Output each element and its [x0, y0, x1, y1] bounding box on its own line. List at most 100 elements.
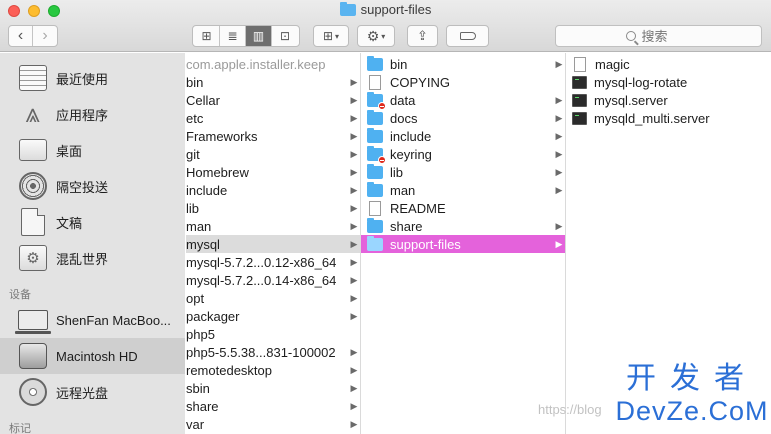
file-row[interactable]: share ▶: [361, 217, 565, 235]
disclosure-arrow-icon: ▶: [350, 148, 358, 159]
watermark-logo-line2: DevZe.CoM: [615, 396, 769, 426]
columns-icon: ▥: [252, 29, 265, 43]
disclosure-arrow-icon: ▶: [350, 130, 358, 141]
file-row[interactable]: include ▶: [361, 127, 565, 145]
file-row[interactable]: com.apple.installer.keep: [186, 55, 360, 73]
file-name: Frameworks: [186, 128, 258, 144]
file-row[interactable]: php5-5.5.38...831-100002 ▶: [186, 343, 360, 361]
forward-button[interactable]: ›: [33, 26, 57, 46]
document-icon: [574, 56, 586, 72]
sidebar-item-applications[interactable]: ⩓ 应用程序: [0, 96, 185, 132]
sidebar-item-documents[interactable]: 文稿: [0, 204, 185, 240]
folder-icon: [367, 181, 383, 197]
sidebar-item-recents[interactable]: 最近使用: [0, 60, 185, 96]
file-row[interactable]: COPYING: [361, 73, 565, 91]
disclosure-arrow-icon: ▶: [555, 148, 563, 159]
folder-icon: [367, 109, 383, 125]
file-row[interactable]: docs ▶: [361, 109, 565, 127]
file-name: include: [390, 128, 432, 144]
file-row[interactable]: share ▶: [186, 397, 360, 415]
sidebar-item-desktop[interactable]: 桌面: [0, 132, 185, 168]
file-row[interactable]: man ▶: [361, 181, 565, 199]
file-name: lib: [186, 200, 200, 216]
browser-column-1[interactable]: com.apple.installer.keep bin ▶ Cellar ▶ etc ▶ F…: [186, 53, 360, 434]
back-button[interactable]: ‹: [9, 26, 33, 46]
browser-column-2[interactable]: bin ▶ COPYING data ▶ docs ▶ include ▶ keyring ▶ lib…: [361, 53, 565, 434]
file-row[interactable]: lib ▶: [186, 199, 360, 217]
file-row[interactable]: mysqld_multi.server: [566, 109, 771, 127]
share-button[interactable]: ⇪: [407, 25, 438, 47]
file-row[interactable]: magic: [566, 55, 771, 73]
file-row[interactable]: php5: [186, 325, 360, 343]
folder-icon: [367, 127, 383, 143]
file-name: Cellar: [186, 92, 220, 108]
sidebar-item-macbook[interactable]: ShenFan MacBoo...: [0, 302, 185, 338]
search-input[interactable]: [641, 28, 692, 44]
action-menu-button[interactable]: ⚙ ▾: [357, 25, 395, 47]
devices-header: 设备: [9, 289, 31, 301]
file-name: include: [186, 182, 228, 198]
file-row[interactable]: Homebrew ▶: [186, 163, 360, 181]
disclosure-arrow-icon: ▶: [350, 202, 358, 213]
sidebar-item-remote-disc[interactable]: 远程光盘: [0, 374, 185, 410]
search-field[interactable]: [555, 25, 762, 47]
list-view-button[interactable]: ≣: [220, 26, 246, 46]
file-row[interactable]: data ▶: [361, 91, 565, 110]
file-row[interactable]: mysql.server: [566, 91, 771, 109]
disclosure-arrow-icon: ▶: [350, 346, 358, 357]
sidebar-item-airdrop[interactable]: 隔空投送: [0, 168, 185, 204]
column-view-button[interactable]: ▥: [246, 26, 272, 46]
file-row[interactable]: mysql-5.7.2...0.14-x86_64 ▶: [186, 271, 360, 289]
terminal-script-icon: [572, 93, 587, 107]
terminal-script-icon: [572, 75, 587, 89]
document-icon: [369, 74, 381, 90]
sidebar-item-chaos-world[interactable]: ⚙ 混乱世界: [0, 240, 185, 276]
icon-view-button[interactable]: ⊞: [194, 26, 220, 46]
file-row[interactable]: lib ▶: [361, 163, 565, 181]
terminal-script-icon: [572, 111, 587, 125]
file-row[interactable]: sbin ▶: [186, 379, 360, 397]
file-row[interactable]: include ▶: [186, 181, 360, 199]
disclosure-arrow-icon: ▶: [350, 274, 358, 285]
hard-drive-icon: [17, 340, 49, 372]
file-row[interactable]: mysql ▶: [186, 235, 360, 253]
file-row[interactable]: mysql-5.7.2...0.12-x86_64 ▶: [186, 253, 360, 271]
disclosure-arrow-icon: ▶: [350, 166, 358, 177]
file-row[interactable]: packager ▶: [186, 307, 360, 325]
disclosure-arrow-icon: ▶: [555, 94, 563, 105]
file-name: remotedesktop: [186, 362, 272, 378]
gallery-view-button[interactable]: ⊡: [272, 26, 298, 46]
file-row[interactable]: etc ▶: [186, 109, 360, 127]
airdrop-icon: [17, 170, 49, 202]
group-by-button[interactable]: ⊞ ▾: [313, 25, 349, 47]
folder-gear-icon: ⚙: [17, 242, 49, 274]
file-row[interactable]: keyring ▶: [361, 145, 565, 164]
file-row[interactable]: mysql-log-rotate: [566, 73, 771, 91]
file-row[interactable]: git ▶: [186, 145, 360, 163]
file-name: com.apple.installer.keep: [186, 56, 326, 72]
folder-icon: [367, 163, 383, 179]
disclosure-arrow-icon: ▶: [350, 400, 358, 411]
file-row[interactable]: support-files ▶: [361, 235, 565, 253]
sidebar-item-macintosh-hd[interactable]: Macintosh HD: [0, 338, 185, 374]
edit-tags-button[interactable]: [446, 25, 489, 47]
file-row[interactable]: Frameworks ▶: [186, 127, 360, 145]
file-name: README: [390, 200, 446, 216]
file-row[interactable]: remotedesktop ▶: [186, 361, 360, 379]
file-row[interactable]: Cellar ▶: [186, 91, 360, 109]
chevron-right-icon: ›: [42, 27, 48, 44]
file-row[interactable]: bin ▶: [361, 55, 565, 73]
chevron-down-icon: ▾: [335, 31, 340, 41]
file-name: COPYING: [390, 74, 450, 90]
file-row[interactable]: opt ▶: [186, 289, 360, 307]
disclosure-arrow-icon: ▶: [350, 94, 358, 105]
file-name: Homebrew: [186, 164, 249, 180]
file-row[interactable]: bin ▶: [186, 73, 360, 91]
file-row[interactable]: man ▶: [186, 217, 360, 235]
sidebar-item-label: 桌面: [56, 143, 83, 159]
file-name: magic: [595, 56, 630, 72]
file-row[interactable]: var ▶: [186, 415, 360, 433]
file-row[interactable]: README: [361, 199, 565, 217]
disclosure-arrow-icon: ▶: [555, 184, 563, 195]
file-name: var: [186, 416, 205, 432]
